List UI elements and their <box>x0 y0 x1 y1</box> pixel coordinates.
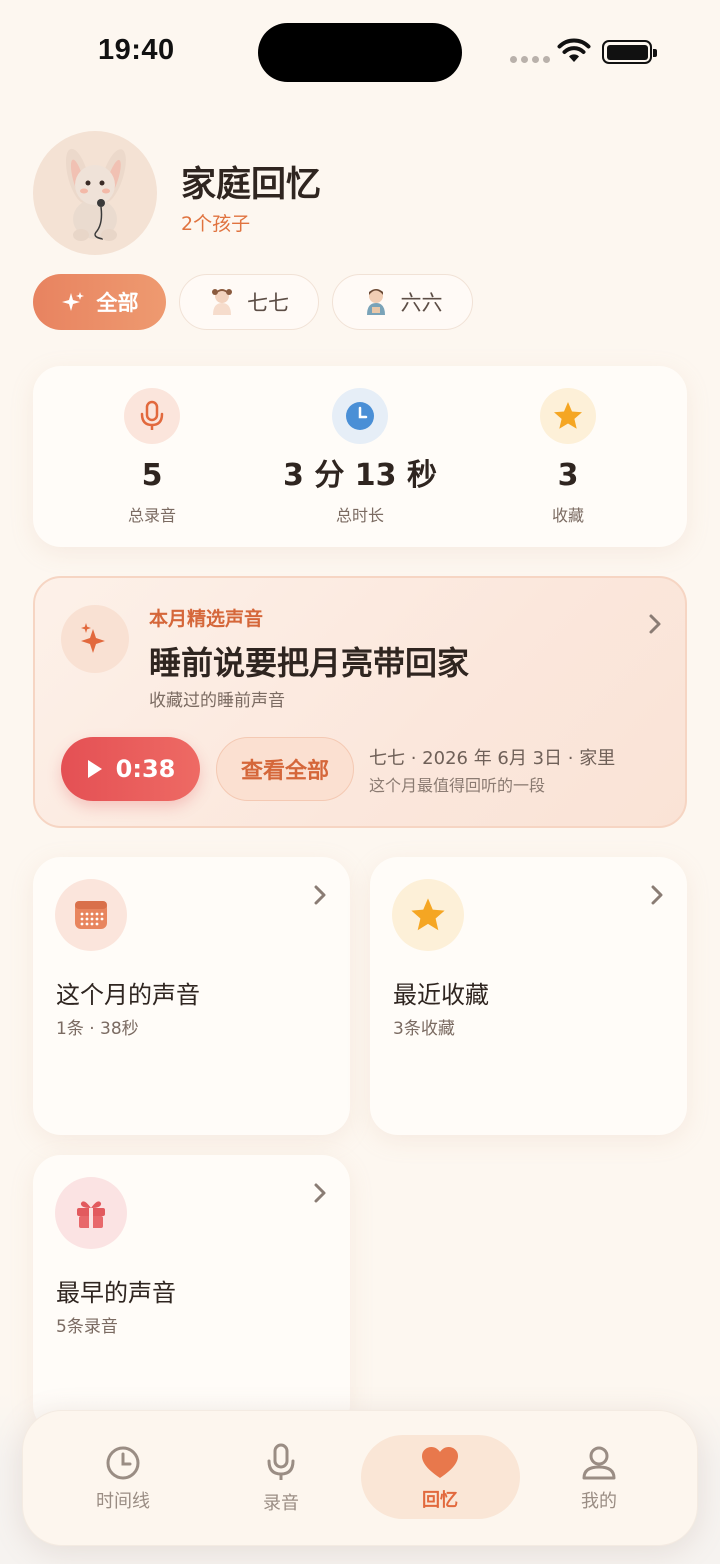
star-icon <box>392 879 464 951</box>
avatar[interactable] <box>33 131 157 255</box>
stat-value: 5 <box>141 458 163 493</box>
tab-bar: 时间线 录音 回忆 我的 <box>22 1410 698 1546</box>
calendar-icon <box>55 879 127 951</box>
filter-chip-all[interactable]: 全部 <box>33 274 166 330</box>
view-all-button[interactable]: 查看全部 <box>216 737 354 801</box>
card-recent-favorites[interactable]: 最近收藏 3条收藏 <box>370 857 687 1135</box>
girl-avatar-icon <box>212 289 232 315</box>
stat-label: 总时长 <box>335 506 384 525</box>
gift-icon <box>55 1177 127 1249</box>
battery-icon <box>602 40 657 64</box>
featured-voice-card[interactable]: 本月精选声音 睡前说要把月亮带回家 收藏过的睡前声音 0:38 查看全部 七七 … <box>33 576 687 828</box>
card-title: 最近收藏 <box>393 981 489 1009</box>
chevron-right-icon <box>314 885 326 905</box>
chevron-right-icon <box>314 1183 326 1203</box>
card-this-month[interactable]: 这个月的声音 1条 · 38秒 <box>33 857 350 1135</box>
wifi-icon <box>557 38 591 62</box>
page-title: 家庭回忆 <box>181 165 322 205</box>
stats-card: 5 总录音 3 分 13 秒 总时长 3 收藏 <box>33 366 687 547</box>
star-icon <box>540 388 596 444</box>
tab-label: 录音 <box>263 1493 299 1514</box>
card-subtitle: 1条 · 38秒 <box>56 1019 139 1039</box>
stat-label: 总录音 <box>127 506 176 525</box>
tab-record[interactable]: 录音 <box>201 1411 361 1547</box>
filter-chip-label: 六六 <box>400 291 443 315</box>
stat-duration: 3 分 13 秒 总时长 <box>260 388 460 526</box>
featured-note: 这个月最值得回听的一段 <box>369 776 546 795</box>
person-icon <box>582 1446 616 1480</box>
featured-label: 本月精选声音 <box>149 608 264 630</box>
card-title: 最早的声音 <box>56 1279 176 1307</box>
mic-icon <box>267 1443 295 1480</box>
tab-label: 回忆 <box>422 1490 458 1511</box>
tab-profile[interactable]: 我的 <box>519 1411 679 1547</box>
status-time: 19:40 <box>98 34 175 66</box>
tab-timeline[interactable]: 时间线 <box>43 1411 203 1547</box>
signal-icon <box>510 56 550 63</box>
stat-value: 3 <box>557 458 579 493</box>
play-duration: 0:38 <box>115 755 176 783</box>
card-subtitle: 5条录音 <box>56 1317 118 1337</box>
dynamic-island <box>258 23 462 82</box>
sparkle-icon <box>61 605 129 673</box>
stat-favorites: 3 收藏 <box>468 388 668 526</box>
sparkle-icon <box>61 292 84 311</box>
mic-icon <box>124 388 180 444</box>
children-count: 2个孩子 <box>181 213 251 235</box>
heart-icon <box>422 1447 458 1478</box>
chevron-right-icon <box>651 885 663 905</box>
boy-avatar-icon <box>366 289 385 315</box>
card-subtitle: 3条收藏 <box>393 1019 455 1039</box>
filter-chip-label: 全部 <box>96 291 139 315</box>
stat-recordings: 5 总录音 <box>52 388 252 526</box>
stat-label: 收藏 <box>551 506 584 525</box>
card-title: 这个月的声音 <box>56 981 200 1009</box>
clock-icon <box>332 388 388 444</box>
filter-chip-label: 七七 <box>247 291 289 315</box>
tab-memories[interactable]: 回忆 <box>360 1411 520 1547</box>
play-button[interactable]: 0:38 <box>61 737 200 801</box>
featured-meta: 七七 · 2026 年 6月 3日 · 家里 <box>369 748 616 769</box>
tab-label: 我的 <box>581 1491 617 1512</box>
chevron-right-icon[interactable] <box>647 612 663 636</box>
featured-title: 睡前说要把月亮带回家 <box>149 644 470 682</box>
tab-label: 时间线 <box>96 1491 150 1512</box>
bunny-icon <box>65 148 126 241</box>
filter-chip-liuliu[interactable]: 六六 <box>332 274 473 330</box>
play-icon <box>87 760 102 778</box>
filter-chip-qiqi[interactable]: 七七 <box>179 274 319 330</box>
featured-subtitle: 收藏过的睡前声音 <box>149 691 285 711</box>
stat-value: 3 分 13 秒 <box>283 458 437 493</box>
clock-icon <box>106 1446 140 1480</box>
